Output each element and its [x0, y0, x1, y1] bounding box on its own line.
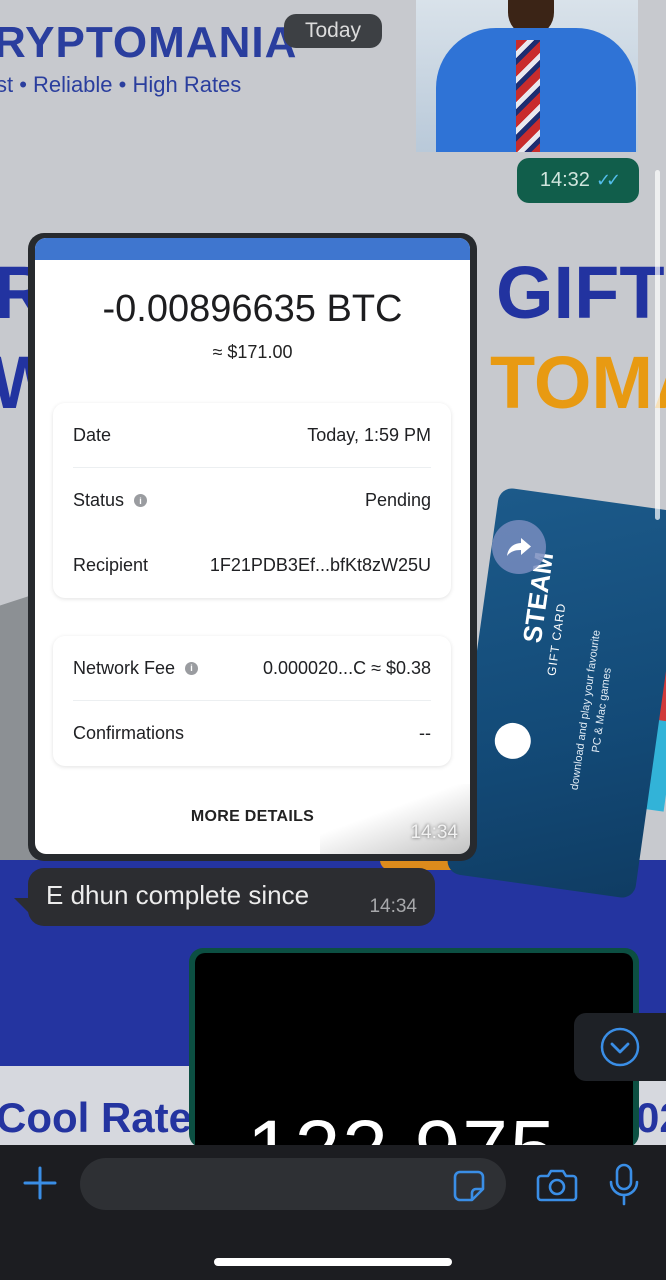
steam-gift-card-image: STEAM GIFT CARD download and play your f… — [445, 486, 666, 900]
message-time: 14:32 — [539, 169, 590, 191]
detail-row-status: Status i Pending — [73, 468, 431, 533]
home-indicator[interactable] — [214, 1258, 452, 1266]
detail-label: Confirmations — [73, 723, 185, 743]
double-check-icon: ✓✓ — [595, 170, 621, 190]
wallpaper-tagline: st • Reliable • High Rates — [0, 72, 242, 97]
detail-value: 1F21PDB3Ef...bfKt8zW25U — [209, 555, 431, 575]
info-icon: i — [134, 494, 148, 507]
media-thumbnail: 122,975 — [195, 953, 633, 1148]
chevron-down-circle-icon — [600, 1027, 640, 1067]
sticker-button[interactable] — [452, 1169, 486, 1203]
date-separator: Today — [284, 14, 382, 48]
microphone-icon — [609, 1163, 639, 1206]
attach-button[interactable] — [22, 1165, 58, 1201]
camera-button[interactable] — [536, 1167, 578, 1203]
scroll-to-bottom-button[interactable] — [574, 1013, 666, 1081]
wallpaper-word: TOMA — [490, 341, 666, 424]
detail-value: 0.000020...C ≈ $0.38 — [262, 657, 431, 678]
steam-logo-icon — [492, 720, 534, 762]
plus-icon — [23, 1166, 57, 1200]
message-text: E dhun complete since — [46, 880, 310, 910]
detail-label: Network Fee — [73, 657, 176, 678]
transaction-fee-card: Network Fee i 0.000020...C ≈ $0.38 Confi… — [53, 636, 451, 766]
transaction-amount: -0.00896635 BTC — [102, 288, 403, 330]
detail-label: Recipient — [73, 555, 149, 575]
message-time: 14:34 — [369, 896, 417, 917]
sticker-icon — [453, 1170, 485, 1202]
outgoing-media-message[interactable]: 122,975 — [189, 948, 639, 1148]
message-input[interactable] — [80, 1158, 506, 1210]
media-thumbnail-text: 122,975 — [247, 1103, 557, 1148]
forward-button[interactable] — [492, 520, 546, 574]
transaction-fiat-amount: ≈ $171.00 — [212, 342, 293, 362]
detail-row-confirmations: Confirmations -- — [73, 701, 431, 766]
wallpaper-word: GIFT — [496, 251, 665, 334]
detail-value: -- — [419, 723, 431, 743]
detail-row-date: Date Today, 1:59 PM — [73, 403, 431, 468]
transaction-details-card: Date Today, 1:59 PM Status i Pending Rec… — [53, 403, 451, 598]
detail-row-network-fee: Network Fee i 0.000020...C ≈ $0.38 — [73, 636, 431, 701]
detail-label: Date — [73, 424, 112, 445]
detail-row-recipient: Recipient 1F21PDB3Ef...bfKt8zW25U — [73, 533, 431, 598]
detail-value: Today, 1:59 PM — [307, 424, 431, 445]
screenshot-image-message[interactable]: -0.00896635 BTC ≈ $171.00 Date Today, 1:… — [28, 233, 477, 861]
incoming-text-message[interactable]: E dhun complete since 14:34 — [28, 868, 435, 926]
wallpaper-brand: RYPTOMANIA — [0, 18, 298, 67]
photo-message[interactable] — [416, 0, 638, 152]
forward-arrow-icon — [507, 538, 531, 556]
wallpaper-word: 02 — [636, 1094, 666, 1141]
photo-person-tie — [516, 40, 540, 152]
screenshot-header-bar — [35, 238, 470, 260]
info-icon: i — [185, 661, 199, 675]
message-time: 14:34 — [410, 822, 458, 843]
detail-label: Status — [73, 490, 125, 510]
camera-icon — [536, 1169, 578, 1202]
wallpaper-word: Cool Rate — [0, 1094, 193, 1141]
detail-value: Pending — [364, 490, 431, 510]
outgoing-message-footer[interactable]: 14:32 ✓✓ — [517, 158, 639, 203]
voice-message-button[interactable] — [608, 1163, 640, 1207]
scrollbar[interactable] — [655, 170, 660, 520]
screenshot-image: -0.00896635 BTC ≈ $171.00 Date Today, 1:… — [35, 238, 470, 854]
